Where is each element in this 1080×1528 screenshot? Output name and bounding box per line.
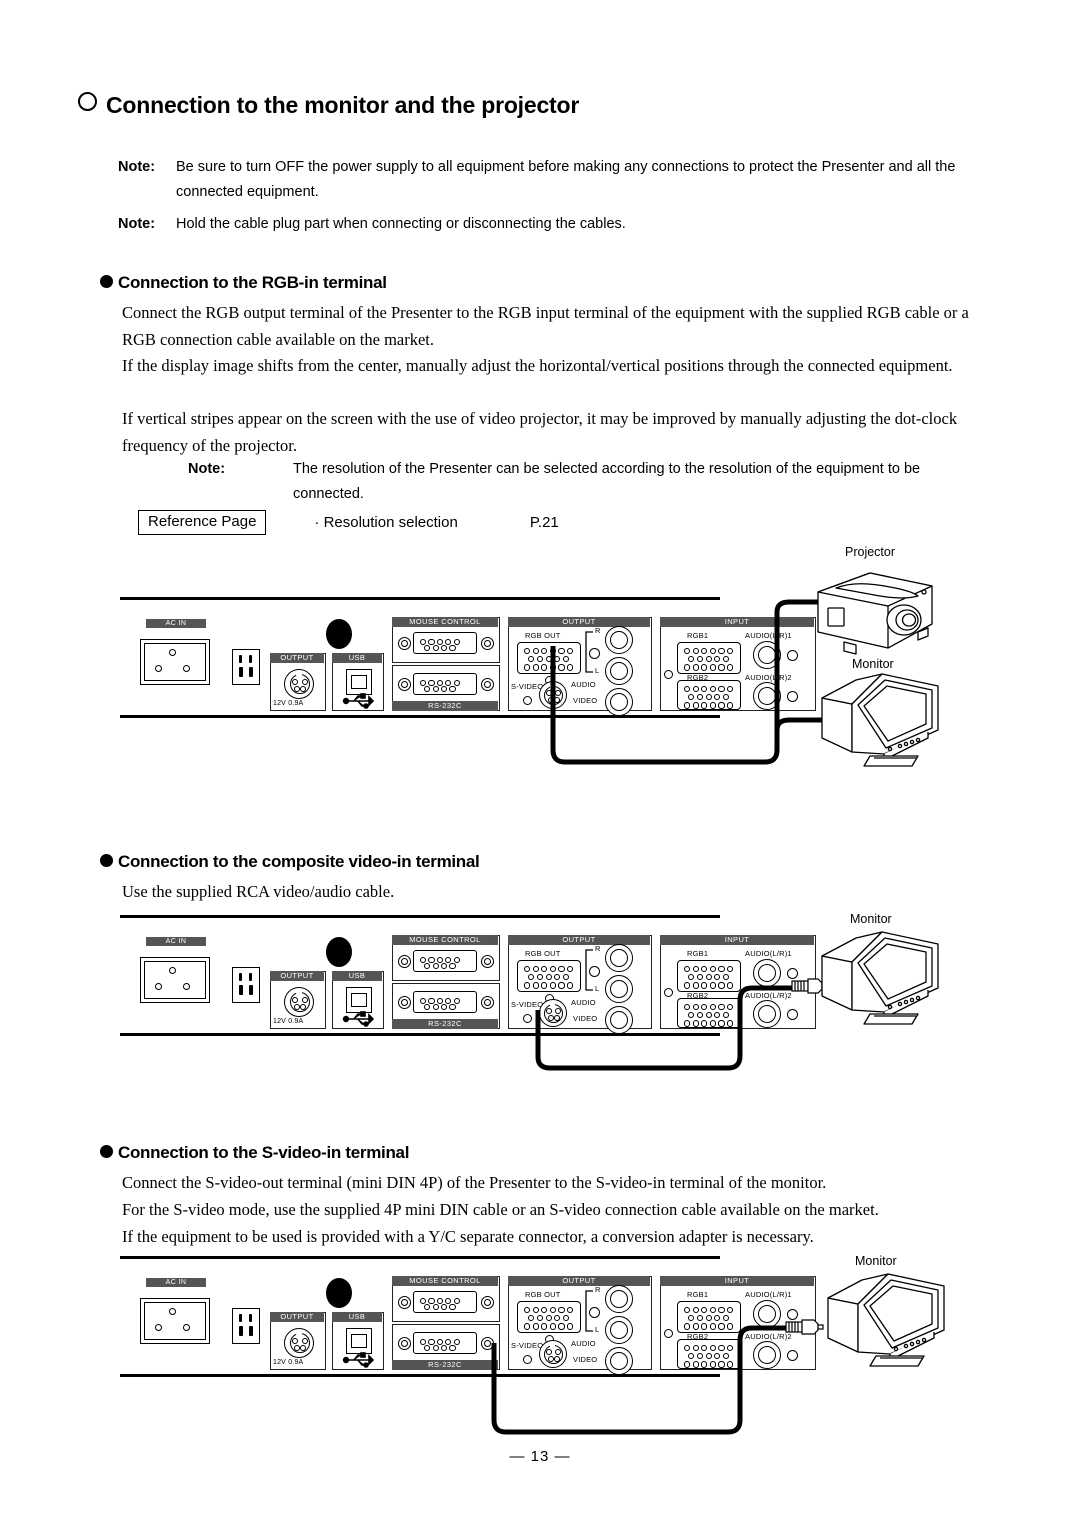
dc-output-jack[interactable] [284, 669, 314, 699]
usb-port[interactable] [346, 1328, 372, 1354]
circle-bullet-icon [78, 92, 97, 111]
note-label: Note: [118, 216, 156, 232]
monitor-illustration-1 [821, 673, 939, 767]
output-group-label: OUTPUT [508, 935, 650, 945]
dc-output-jack[interactable] [284, 1328, 314, 1358]
ac-in-label: AC IN [146, 619, 206, 628]
ac-inlet[interactable] [140, 639, 210, 685]
ac-socket[interactable] [232, 1308, 260, 1344]
section-heading-text: Connection to the composite video-in ter… [118, 852, 480, 871]
screw-icon [398, 996, 411, 1009]
manual-page: Connection to the monitor and the projec… [0, 0, 1080, 1528]
screw-icon [398, 1337, 411, 1350]
dc-output-label: OUTPUT [270, 1312, 324, 1322]
ac-inlet[interactable] [140, 1298, 210, 1344]
note-resolution: Note: The resolution of the Presenter ca… [188, 457, 978, 507]
ac-socket[interactable] [232, 967, 260, 1003]
audio-r-label: R [595, 944, 601, 953]
audio-r-label: R [595, 1285, 601, 1294]
dc-rating-label: 12V 0.9A [273, 1018, 304, 1025]
usb-icon [342, 693, 375, 709]
input-group-label: INPUT [660, 935, 814, 945]
dc-output-label: OUTPUT [270, 653, 324, 663]
monitor-illustration-3 [827, 1273, 945, 1367]
note-label: Note: [118, 159, 156, 175]
usb-group: USB [332, 1312, 384, 1370]
section-composite-paragraph-1: Use the supplied RCA video/audio cable. [122, 882, 395, 901]
input-group-label: INPUT [660, 1276, 814, 1286]
dc-output-label: OUTPUT [270, 971, 324, 981]
usb-port[interactable] [346, 987, 372, 1013]
section-heading-composite-video: Connection to the composite video-in ter… [100, 852, 480, 872]
note-power-off: Note: Be sure to turn OFF the power supp… [118, 155, 988, 205]
usb-group: USB [332, 971, 384, 1029]
mouse-control-label: MOUSE CONTROL [392, 935, 498, 945]
usb-port[interactable] [346, 669, 372, 695]
section-heading-text: Connection to the RGB-in terminal [118, 273, 387, 292]
reference-item: · Resolution selection [314, 514, 458, 531]
section-rgb-paragraph-2: If the display image shifts from the cen… [122, 356, 953, 375]
output-group-label: OUTPUT [508, 1276, 650, 1286]
section-rgb-paragraph-1: Connect the RGB output terminal of the P… [122, 303, 969, 349]
ac-in-label: AC IN [146, 937, 206, 946]
dc-output-group: OUTPUT 12V 0.9A [270, 653, 326, 711]
note-text: Be sure to turn OFF the power supply to … [176, 159, 956, 200]
mouse-control-label: MOUSE CONTROL [392, 1276, 498, 1286]
reference-page-row: Reference Page · Resolution selection P.… [138, 510, 559, 535]
section-svideo-paragraph-2: For the S-video mode, use the supplied 4… [122, 1200, 879, 1219]
screw-icon [398, 678, 411, 691]
ac-in-label: AC IN [146, 1278, 206, 1287]
page-title: Connection to the monitor and the projec… [78, 92, 579, 119]
projector-illustration [817, 572, 933, 655]
usb-label: USB [332, 653, 382, 663]
screw-icon [398, 955, 411, 968]
filled-bullet-icon [100, 275, 113, 288]
reference-page-number: P.21 [529, 514, 559, 531]
dc-rating-label: 12V 0.9A [273, 700, 304, 707]
screw-icon [398, 1296, 411, 1309]
dc-output-group: OUTPUT 12V 0.9A [270, 971, 326, 1029]
note-text: Hold the cable plug part when connecting… [176, 216, 626, 232]
dc-output-group: OUTPUT 12V 0.9A [270, 1312, 326, 1370]
usb-group: USB [332, 653, 384, 711]
power-knob[interactable] [326, 619, 352, 649]
dc-output-jack[interactable] [284, 987, 314, 1017]
section-heading-s-video: Connection to the S-video-in terminal [100, 1143, 409, 1163]
filled-bullet-icon [100, 1145, 113, 1158]
section-rgb-paragraph-3: If vertical stripes appear on the screen… [122, 409, 958, 455]
filled-bullet-icon [100, 854, 113, 867]
section-heading-text: Connection to the S-video-in terminal [118, 1143, 410, 1162]
cable-s-video [491, 1325, 788, 1435]
monitor-illustration-2 [821, 931, 939, 1025]
reference-page-box[interactable]: Reference Page [138, 510, 267, 535]
usb-icon [342, 1352, 375, 1368]
power-knob[interactable] [326, 1278, 352, 1308]
section-heading-rgb-in: Connection to the RGB-in terminal [100, 273, 387, 293]
power-knob[interactable] [326, 937, 352, 967]
page-number: — 13 — [509, 1448, 571, 1465]
ac-inlet[interactable] [140, 957, 210, 1003]
cable-rgb-out [550, 599, 860, 765]
ac-socket[interactable] [232, 649, 260, 685]
usb-icon [342, 1011, 375, 1027]
page-title-text: Connection to the monitor and the projec… [106, 92, 580, 118]
usb-label: USB [332, 1312, 382, 1322]
note-label: Note: [188, 461, 226, 477]
screw-icon [398, 637, 411, 650]
note-text: The resolution of the Presenter can be s… [293, 461, 921, 502]
usb-label: USB [332, 971, 382, 981]
note-cable-plug: Note: Hold the cable plug part when conn… [118, 212, 988, 237]
section-svideo-paragraph-3: If the equipment to be used is provided … [122, 1227, 814, 1246]
dc-rating-label: 12V 0.9A [273, 1359, 304, 1366]
section-svideo-paragraph-1: Connect the S-video-out terminal (mini D… [122, 1173, 827, 1192]
